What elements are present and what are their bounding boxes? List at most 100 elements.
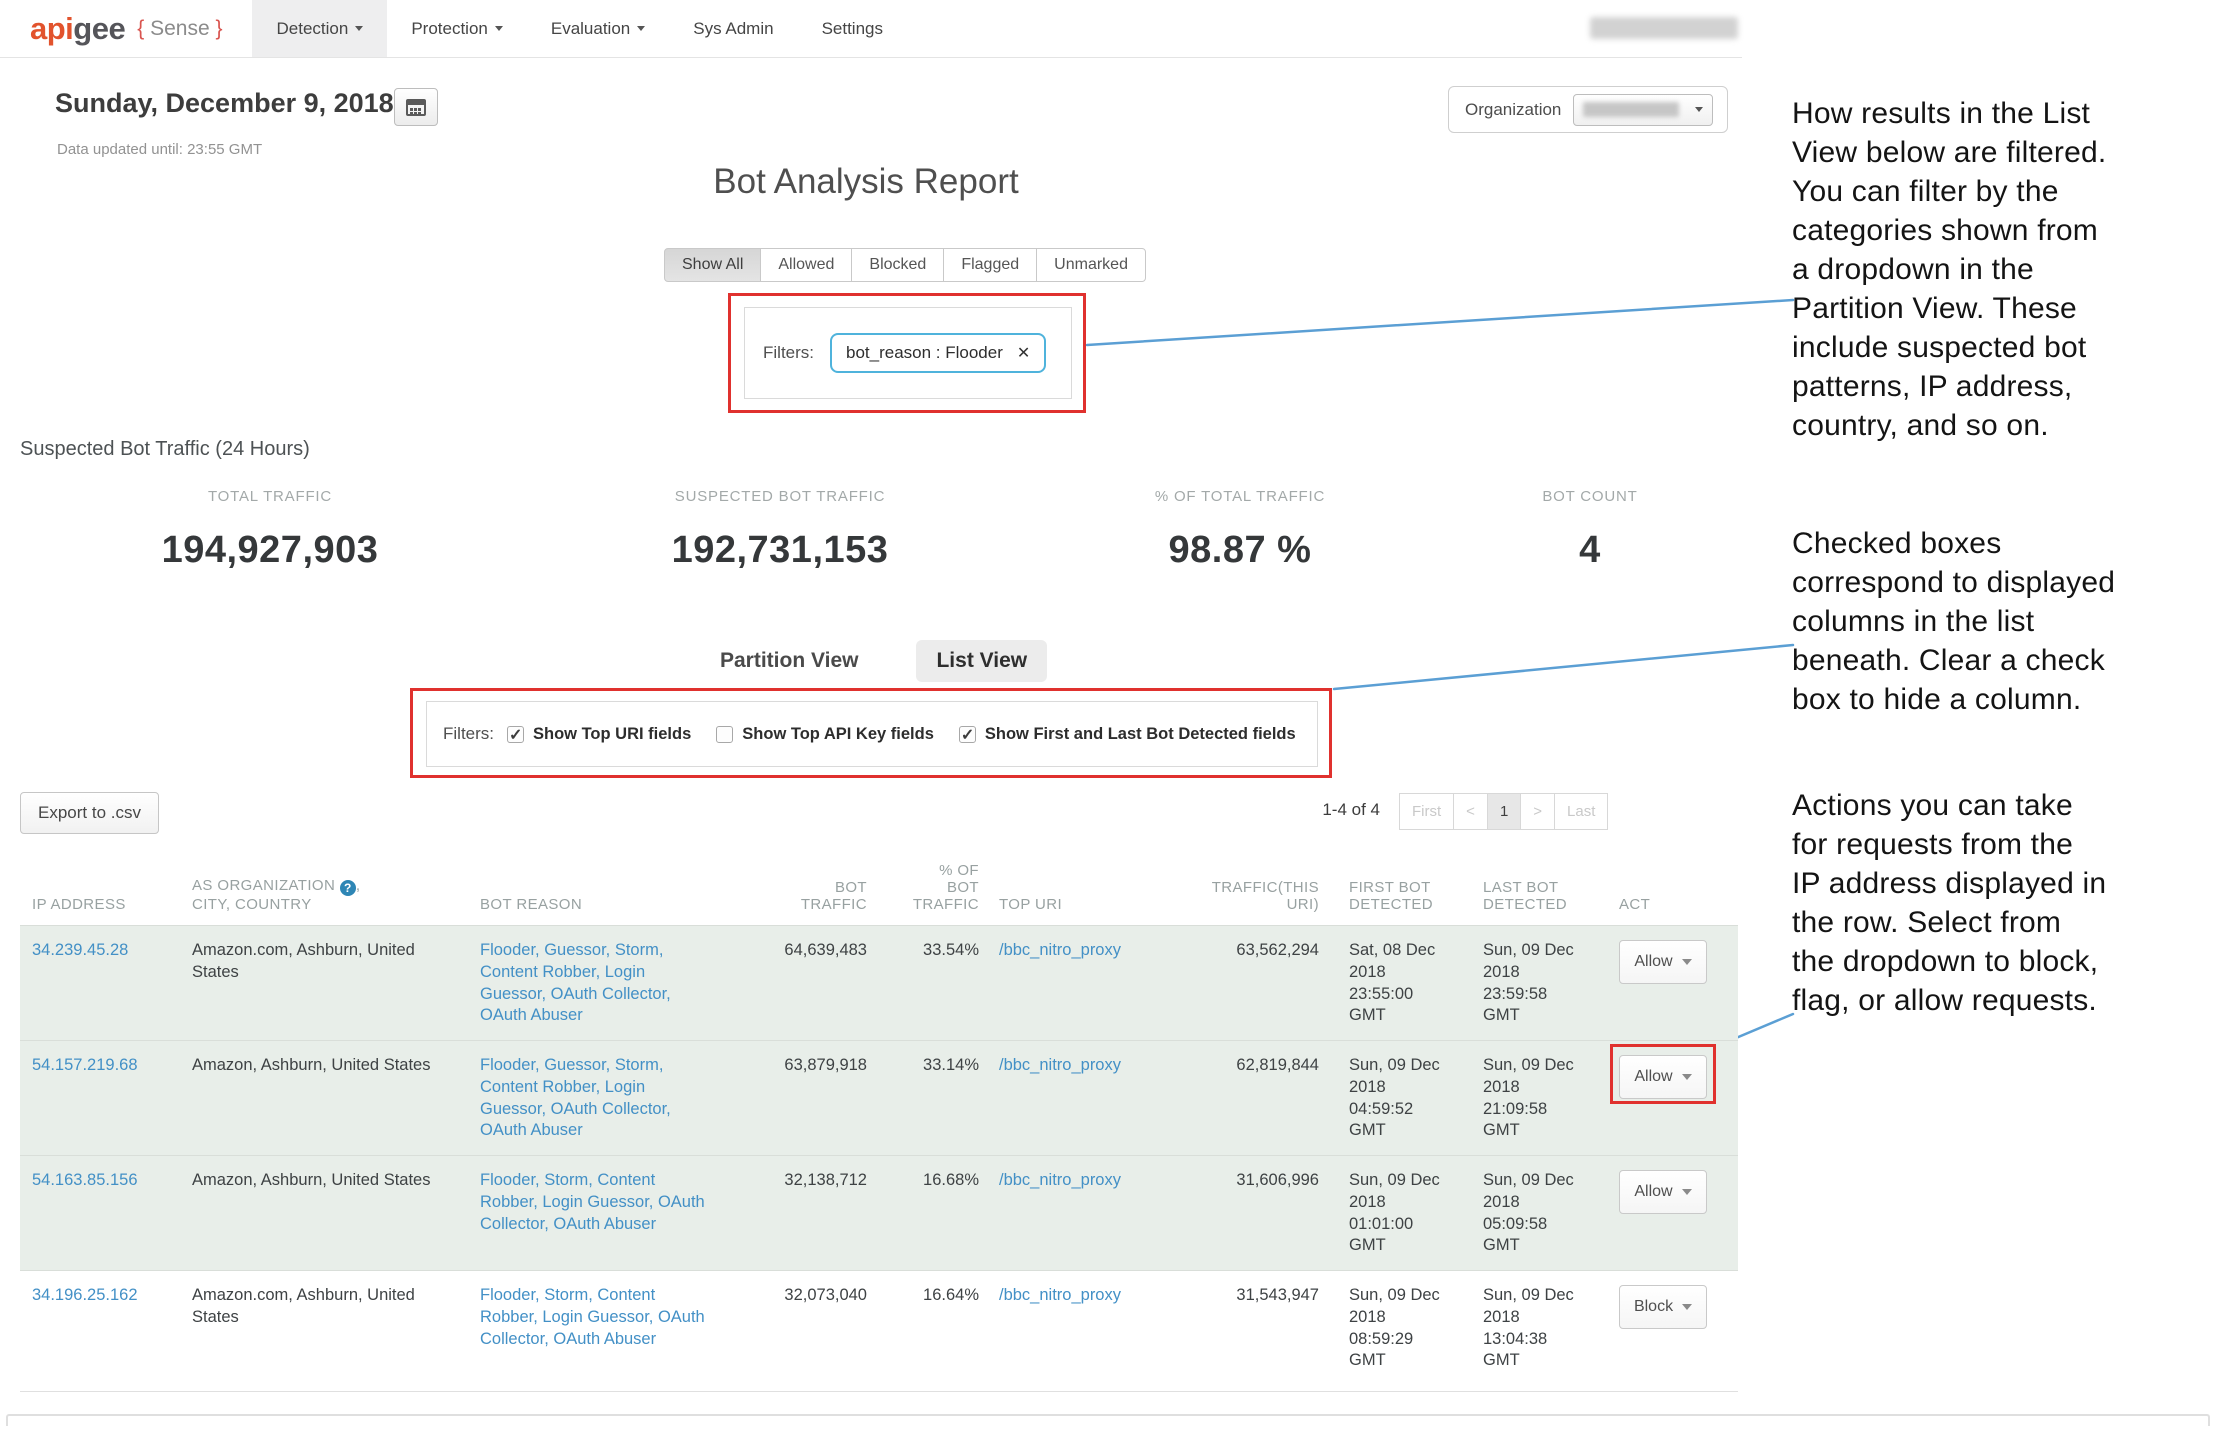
header-bot-reason[interactable]: BOT REASON bbox=[480, 896, 725, 913]
pct-bot-traffic-cell: 16.64% bbox=[867, 1285, 979, 1307]
organization-selector: Organization bbox=[1448, 86, 1728, 133]
act-dropdown[interactable]: Allow bbox=[1619, 1055, 1707, 1099]
pct-bot-traffic-cell: 33.54% bbox=[867, 940, 979, 962]
checkbox-show-top-uri[interactable] bbox=[507, 726, 524, 743]
status-tab-group: Show All Allowed Blocked Flagged Unmarke… bbox=[664, 248, 1146, 282]
pager-page-1-button[interactable]: 1 bbox=[1487, 793, 1521, 830]
ip-address-link[interactable]: 34.196.25.162 bbox=[32, 1286, 138, 1304]
as-organization-cell: Amazon.com, Ashburn, United States bbox=[192, 1285, 480, 1329]
bot-reason-links[interactable]: Flooder, Guessor, Storm, Content Robber,… bbox=[480, 1056, 671, 1139]
column-filters-panel: Filters: Show Top URI fields Show Top AP… bbox=[426, 701, 1318, 767]
checkbox-label-show-first-last-detected[interactable]: Show First and Last Bot Detected fields bbox=[985, 725, 1296, 744]
last-bot-detected-cell: Sun, 09 Dec 2018 13:04:38 GMT bbox=[1483, 1285, 1609, 1372]
filters-label: Filters: bbox=[443, 724, 494, 744]
tab-unmarked[interactable]: Unmarked bbox=[1036, 248, 1146, 282]
bot-reason-links[interactable]: Flooder, Storm, Content Robber, Login Gu… bbox=[480, 1286, 705, 1348]
chevron-down-icon bbox=[1682, 1189, 1692, 1195]
top-uri-link[interactable]: /bbc_nitro_proxy bbox=[999, 1056, 1121, 1074]
pager-last-button[interactable]: Last bbox=[1554, 793, 1608, 830]
act-dropdown[interactable]: Allow bbox=[1619, 1170, 1707, 1214]
callout-line-filter-chip bbox=[1087, 300, 1793, 345]
export-csv-button[interactable]: Export to .csv bbox=[20, 792, 159, 834]
tab-allowed[interactable]: Allowed bbox=[760, 248, 852, 282]
ip-address-link[interactable]: 54.157.219.68 bbox=[32, 1056, 138, 1074]
annotation-note-actions: Actions you can take for requests from t… bbox=[1792, 786, 2212, 1020]
stat-suspected-bot-traffic: SUSPECTED BOT TRAFFIC 192,731,153 bbox=[600, 488, 960, 572]
table-row: 54.163.85.156 Amazon, Ashburn, United St… bbox=[20, 1155, 1738, 1270]
top-uri-link[interactable]: /bbc_nitro_proxy bbox=[999, 941, 1121, 959]
bot-reason-links[interactable]: Flooder, Guessor, Storm, Content Robber,… bbox=[480, 941, 671, 1024]
pager-prev-button[interactable]: < bbox=[1453, 793, 1488, 830]
nav-item-sys-admin[interactable]: Sys Admin bbox=[669, 0, 797, 57]
apigee-sense-logo[interactable]: apigee { Sense } bbox=[0, 0, 222, 57]
nav-item-evaluation[interactable]: Evaluation bbox=[527, 0, 669, 57]
nav-item-label: Protection bbox=[411, 19, 488, 39]
header-as-organization[interactable]: AS ORGANIZATION ?, CITY, COUNTRY bbox=[192, 877, 480, 913]
nav-item-settings[interactable]: Settings bbox=[798, 0, 907, 57]
first-bot-detected-cell: Sun, 09 Dec 2018 08:59:29 GMT bbox=[1349, 1285, 1473, 1372]
checkbox-show-top-api-key[interactable] bbox=[716, 726, 733, 743]
bot-list-table: IP ADDRESS AS ORGANIZATION ?, CITY, COUN… bbox=[20, 845, 1738, 1392]
callout-line-column-filters bbox=[1334, 645, 1793, 689]
header-last-bot-detected[interactable]: LAST BOT DETECTED bbox=[1483, 879, 1609, 913]
stat-label: SUSPECTED BOT TRAFFIC bbox=[600, 488, 960, 505]
stats-section-title: Suspected Bot Traffic (24 Hours) bbox=[20, 438, 310, 461]
pagination-range: 1-4 of 4 bbox=[1270, 800, 1380, 820]
tab-list-view[interactable]: List View bbox=[916, 640, 1047, 682]
calendar-button[interactable] bbox=[394, 88, 438, 126]
bot-reason-links[interactable]: Flooder, Storm, Content Robber, Login Gu… bbox=[480, 1171, 705, 1233]
nav-item-label: Sys Admin bbox=[693, 19, 773, 39]
stat-bot-count: BOT COUNT 4 bbox=[1475, 488, 1705, 572]
header-traffic-this-uri[interactable]: TRAFFIC(THIS URI) bbox=[1179, 879, 1319, 913]
logo-text-sense: { Sense } bbox=[137, 17, 222, 41]
checkbox-label-show-top-uri[interactable]: Show Top URI fields bbox=[533, 725, 691, 744]
help-icon[interactable]: ? bbox=[340, 880, 356, 896]
as-organization-cell: Amazon, Ashburn, United States bbox=[192, 1055, 480, 1077]
chevron-down-icon bbox=[1695, 107, 1703, 112]
stat-total-traffic: TOTAL TRAFFIC 194,927,903 bbox=[120, 488, 420, 572]
stat-value: 194,927,903 bbox=[120, 529, 420, 572]
checkbox-show-first-last-detected[interactable] bbox=[959, 726, 976, 743]
tab-partition-view[interactable]: Partition View bbox=[700, 640, 878, 682]
traffic-this-uri-cell: 62,819,844 bbox=[1179, 1055, 1319, 1077]
table-row: 34.196.25.162 Amazon.com, Ashburn, Unite… bbox=[20, 1270, 1738, 1392]
checkbox-label-show-top-api-key[interactable]: Show Top API Key fields bbox=[742, 725, 934, 744]
traffic-this-uri-cell: 31,606,996 bbox=[1179, 1170, 1319, 1192]
bot-analysis-report-page: apigee { Sense } Detection Protection Ev… bbox=[0, 0, 2216, 1433]
bot-traffic-cell: 32,138,712 bbox=[725, 1170, 867, 1192]
nav-item-protection[interactable]: Protection bbox=[387, 0, 527, 57]
remove-filter-icon[interactable]: ✕ bbox=[1017, 343, 1030, 363]
logo-text-gee: gee bbox=[73, 11, 125, 47]
ip-address-link[interactable]: 54.163.85.156 bbox=[32, 1171, 138, 1189]
pager-next-button[interactable]: > bbox=[1520, 793, 1555, 830]
nav-item-detection[interactable]: Detection bbox=[252, 0, 387, 57]
act-label: Allow bbox=[1634, 953, 1672, 971]
first-bot-detected-cell: Sun, 09 Dec 2018 04:59:52 GMT bbox=[1349, 1055, 1473, 1142]
bottom-divider bbox=[6, 1414, 2210, 1426]
header-top-uri[interactable]: TOP URI bbox=[979, 896, 1179, 913]
header-ip-address[interactable]: IP ADDRESS bbox=[32, 896, 192, 913]
stat-value: 4 bbox=[1475, 529, 1705, 572]
tab-blocked[interactable]: Blocked bbox=[851, 248, 944, 282]
top-uri-link[interactable]: /bbc_nitro_proxy bbox=[999, 1286, 1121, 1304]
pct-bot-traffic-cell: 33.14% bbox=[867, 1055, 979, 1077]
nav-item-label: Detection bbox=[276, 19, 348, 39]
header-pct-bot-traffic[interactable]: % OF BOT TRAFFIC bbox=[867, 862, 979, 913]
act-dropdown[interactable]: Block bbox=[1619, 1285, 1707, 1329]
account-name-redacted bbox=[1590, 17, 1738, 39]
chevron-down-icon bbox=[1682, 1304, 1692, 1310]
act-dropdown[interactable]: Allow bbox=[1619, 940, 1707, 984]
filter-chip-bot-reason[interactable]: bot_reason : Flooder ✕ bbox=[830, 333, 1046, 373]
tab-show-all[interactable]: Show All bbox=[664, 248, 761, 282]
pager-first-button[interactable]: First bbox=[1399, 793, 1454, 830]
chevron-down-icon bbox=[1682, 1074, 1692, 1080]
last-bot-detected-cell: Sun, 09 Dec 2018 05:09:58 GMT bbox=[1483, 1170, 1609, 1257]
tab-flagged[interactable]: Flagged bbox=[943, 248, 1037, 282]
as-organization-cell: Amazon, Ashburn, United States bbox=[192, 1170, 480, 1192]
last-bot-detected-cell: Sun, 09 Dec 2018 21:09:58 GMT bbox=[1483, 1055, 1609, 1142]
ip-address-link[interactable]: 34.239.45.28 bbox=[32, 941, 128, 959]
header-bot-traffic[interactable]: BOT TRAFFIC bbox=[725, 879, 867, 913]
header-first-bot-detected[interactable]: FIRST BOT DETECTED bbox=[1349, 879, 1473, 913]
top-uri-link[interactable]: /bbc_nitro_proxy bbox=[999, 1171, 1121, 1189]
organization-dropdown[interactable] bbox=[1573, 94, 1713, 126]
